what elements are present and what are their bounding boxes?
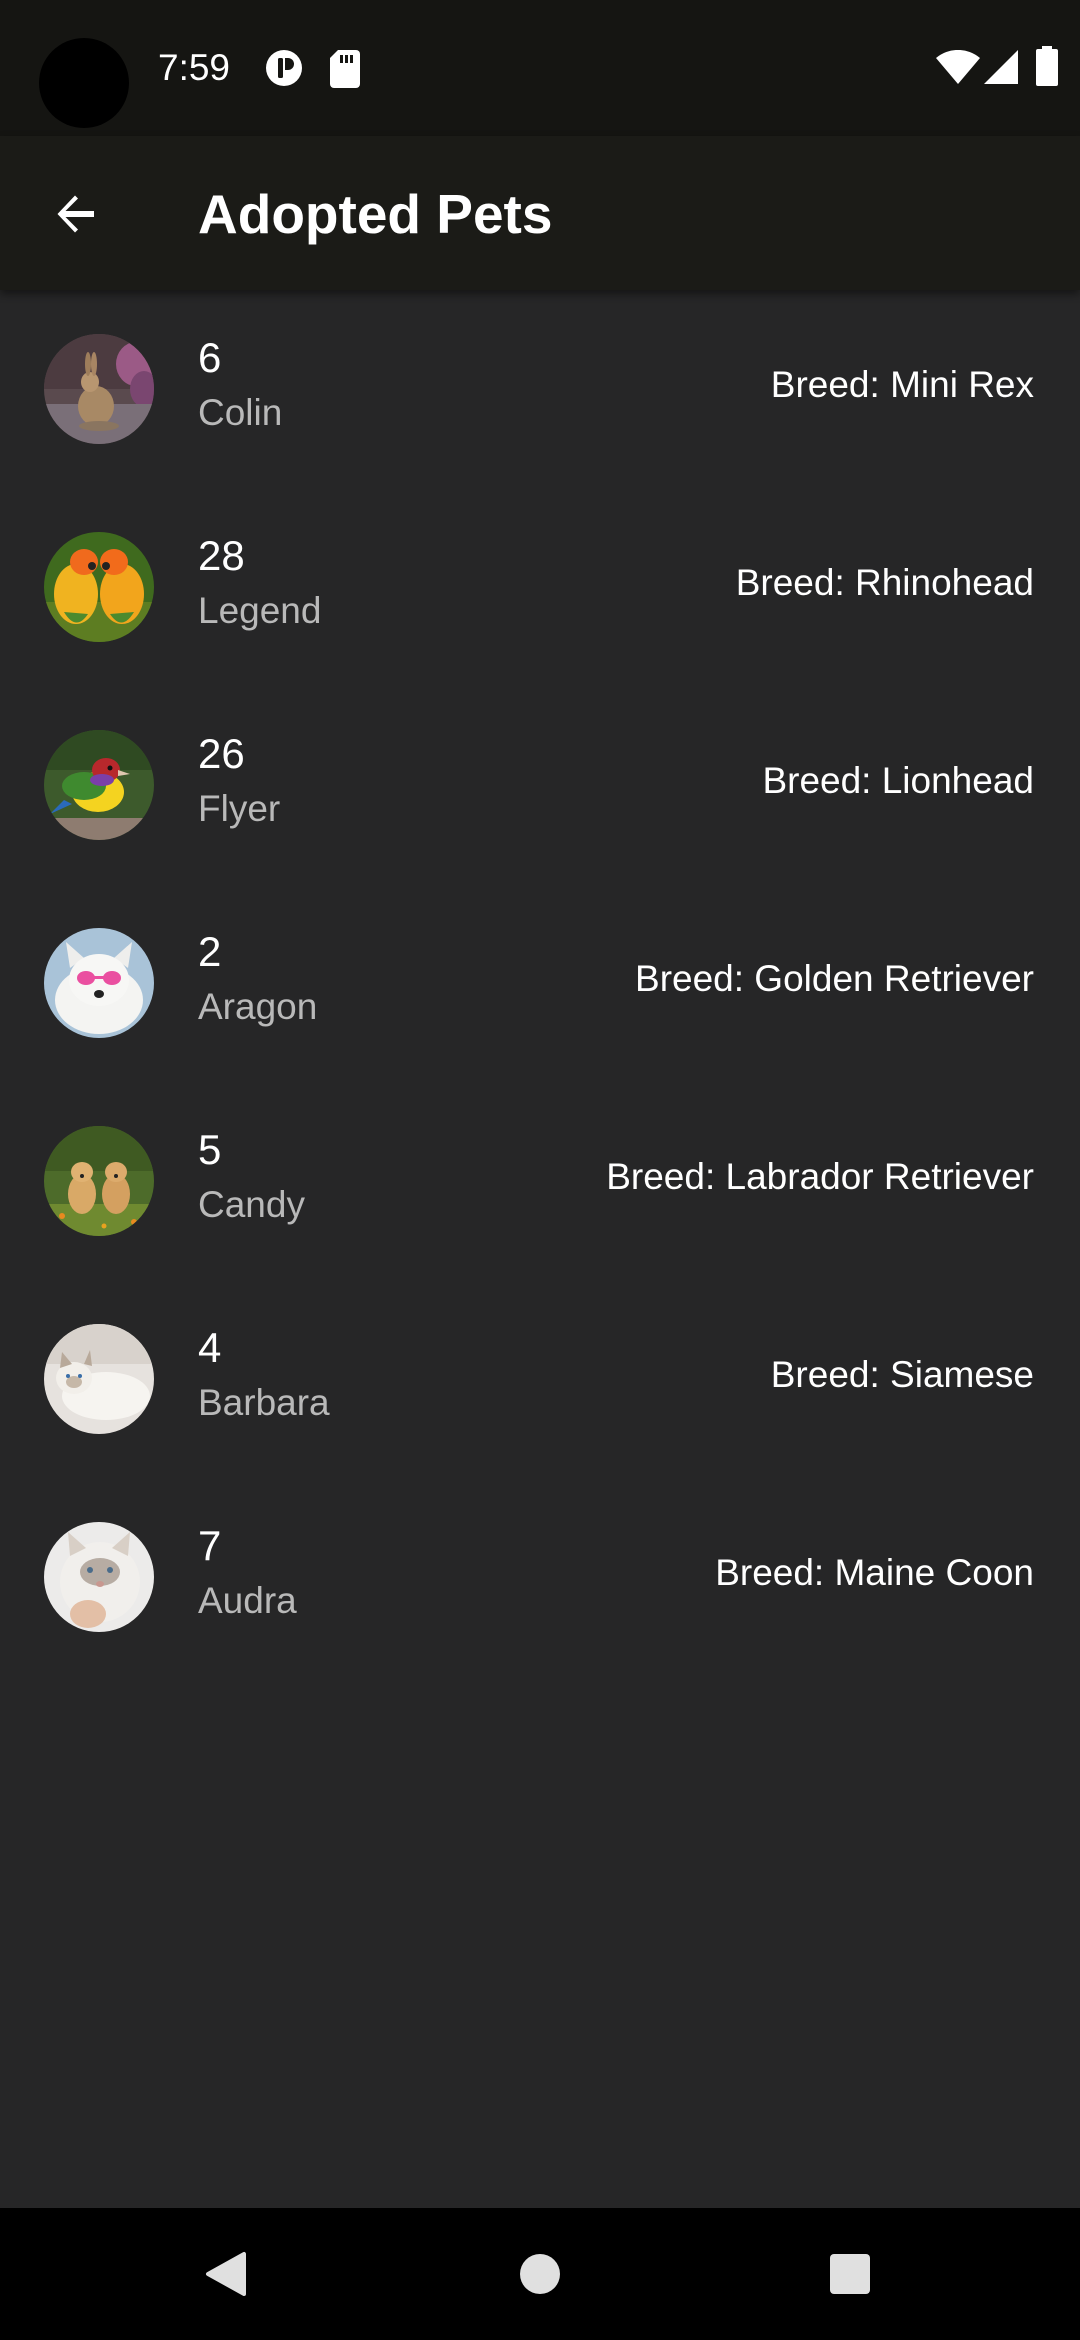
notification-app-icon xyxy=(264,48,304,93)
system-nav-bar xyxy=(0,2208,1080,2340)
pet-id: 28 xyxy=(198,532,245,579)
status-time: 7:59 xyxy=(158,47,231,88)
pet-avatar-puppies xyxy=(44,1126,154,1236)
pet-avatar-rabbit xyxy=(44,334,154,444)
pet-avatar-white-dog xyxy=(44,928,154,1038)
pet-breed: Breed: Mini Rex xyxy=(770,364,1034,405)
nav-back-button[interactable] xyxy=(186,2234,266,2314)
pet-name: Flyer xyxy=(198,788,281,829)
nav-recents-button[interactable] xyxy=(810,2234,890,2314)
pet-name: Aragon xyxy=(198,986,318,1027)
nav-home-button[interactable] xyxy=(500,2234,580,2314)
pet-breed: Breed: Maine Coon xyxy=(715,1552,1034,1593)
pet-id: 26 xyxy=(198,730,245,777)
list-item[interactable]: 4 Barbara Breed: Siamese xyxy=(0,1280,1080,1478)
pet-name: Audra xyxy=(198,1580,297,1621)
pet-name: Legend xyxy=(198,590,322,631)
pet-avatar-fluffy-cat xyxy=(44,1522,154,1632)
arrow-back-icon xyxy=(57,195,94,233)
page-title: Adopted Pets xyxy=(198,183,553,245)
pet-breed: Breed: Siamese xyxy=(770,1354,1034,1395)
pet-name: Candy xyxy=(198,1184,305,1225)
wifi-icon xyxy=(936,49,980,89)
triangle-back-icon xyxy=(206,2252,246,2296)
pet-id: 6 xyxy=(198,334,222,381)
pet-id: 2 xyxy=(198,928,222,975)
pet-id: 5 xyxy=(198,1126,222,1173)
list-item[interactable]: 2 Aragon Breed: Golden Retriever xyxy=(0,884,1080,1082)
pet-breed: Breed: Rhinohead xyxy=(735,562,1034,603)
battery-icon xyxy=(1036,46,1058,91)
pet-avatar-white-cat xyxy=(44,1324,154,1434)
camera-cutout xyxy=(39,38,129,128)
pet-breed: Breed: Lionhead xyxy=(762,760,1034,801)
pet-avatar-parrots xyxy=(44,532,154,642)
app-bar: Adopted Pets xyxy=(0,136,1080,290)
list-item[interactable]: 7 Audra Breed: Maine Coon xyxy=(0,1478,1080,1676)
pet-breed: Breed: Labrador Retriever xyxy=(606,1156,1034,1197)
sd-card-icon xyxy=(328,48,362,93)
list-item[interactable]: 28 Legend Breed: Rhinohead xyxy=(0,488,1080,686)
pet-name: Colin xyxy=(198,392,283,433)
pet-id: 4 xyxy=(198,1324,222,1371)
pet-name: Barbara xyxy=(198,1382,330,1423)
cell-signal-icon xyxy=(984,50,1018,89)
list-item[interactable]: 26 Flyer Breed: Lionhead xyxy=(0,686,1080,884)
square-recents-icon xyxy=(830,2254,870,2294)
list-item[interactable]: 5 Candy Breed: Labrador Retriever xyxy=(0,1082,1080,1280)
pet-breed: Breed: Golden Retriever xyxy=(635,958,1034,999)
circle-home-icon xyxy=(520,2254,560,2294)
status-bar: 7:59 xyxy=(0,0,1080,136)
list-item[interactable]: 6 Colin Breed: Mini Rex xyxy=(0,290,1080,488)
pet-avatar-finch xyxy=(44,730,154,840)
back-button[interactable] xyxy=(36,174,116,254)
adopted-pets-list: 6 Colin Breed: Mini Rex 28 Legend Breed:… xyxy=(0,290,1080,1676)
pet-id: 7 xyxy=(198,1522,222,1569)
